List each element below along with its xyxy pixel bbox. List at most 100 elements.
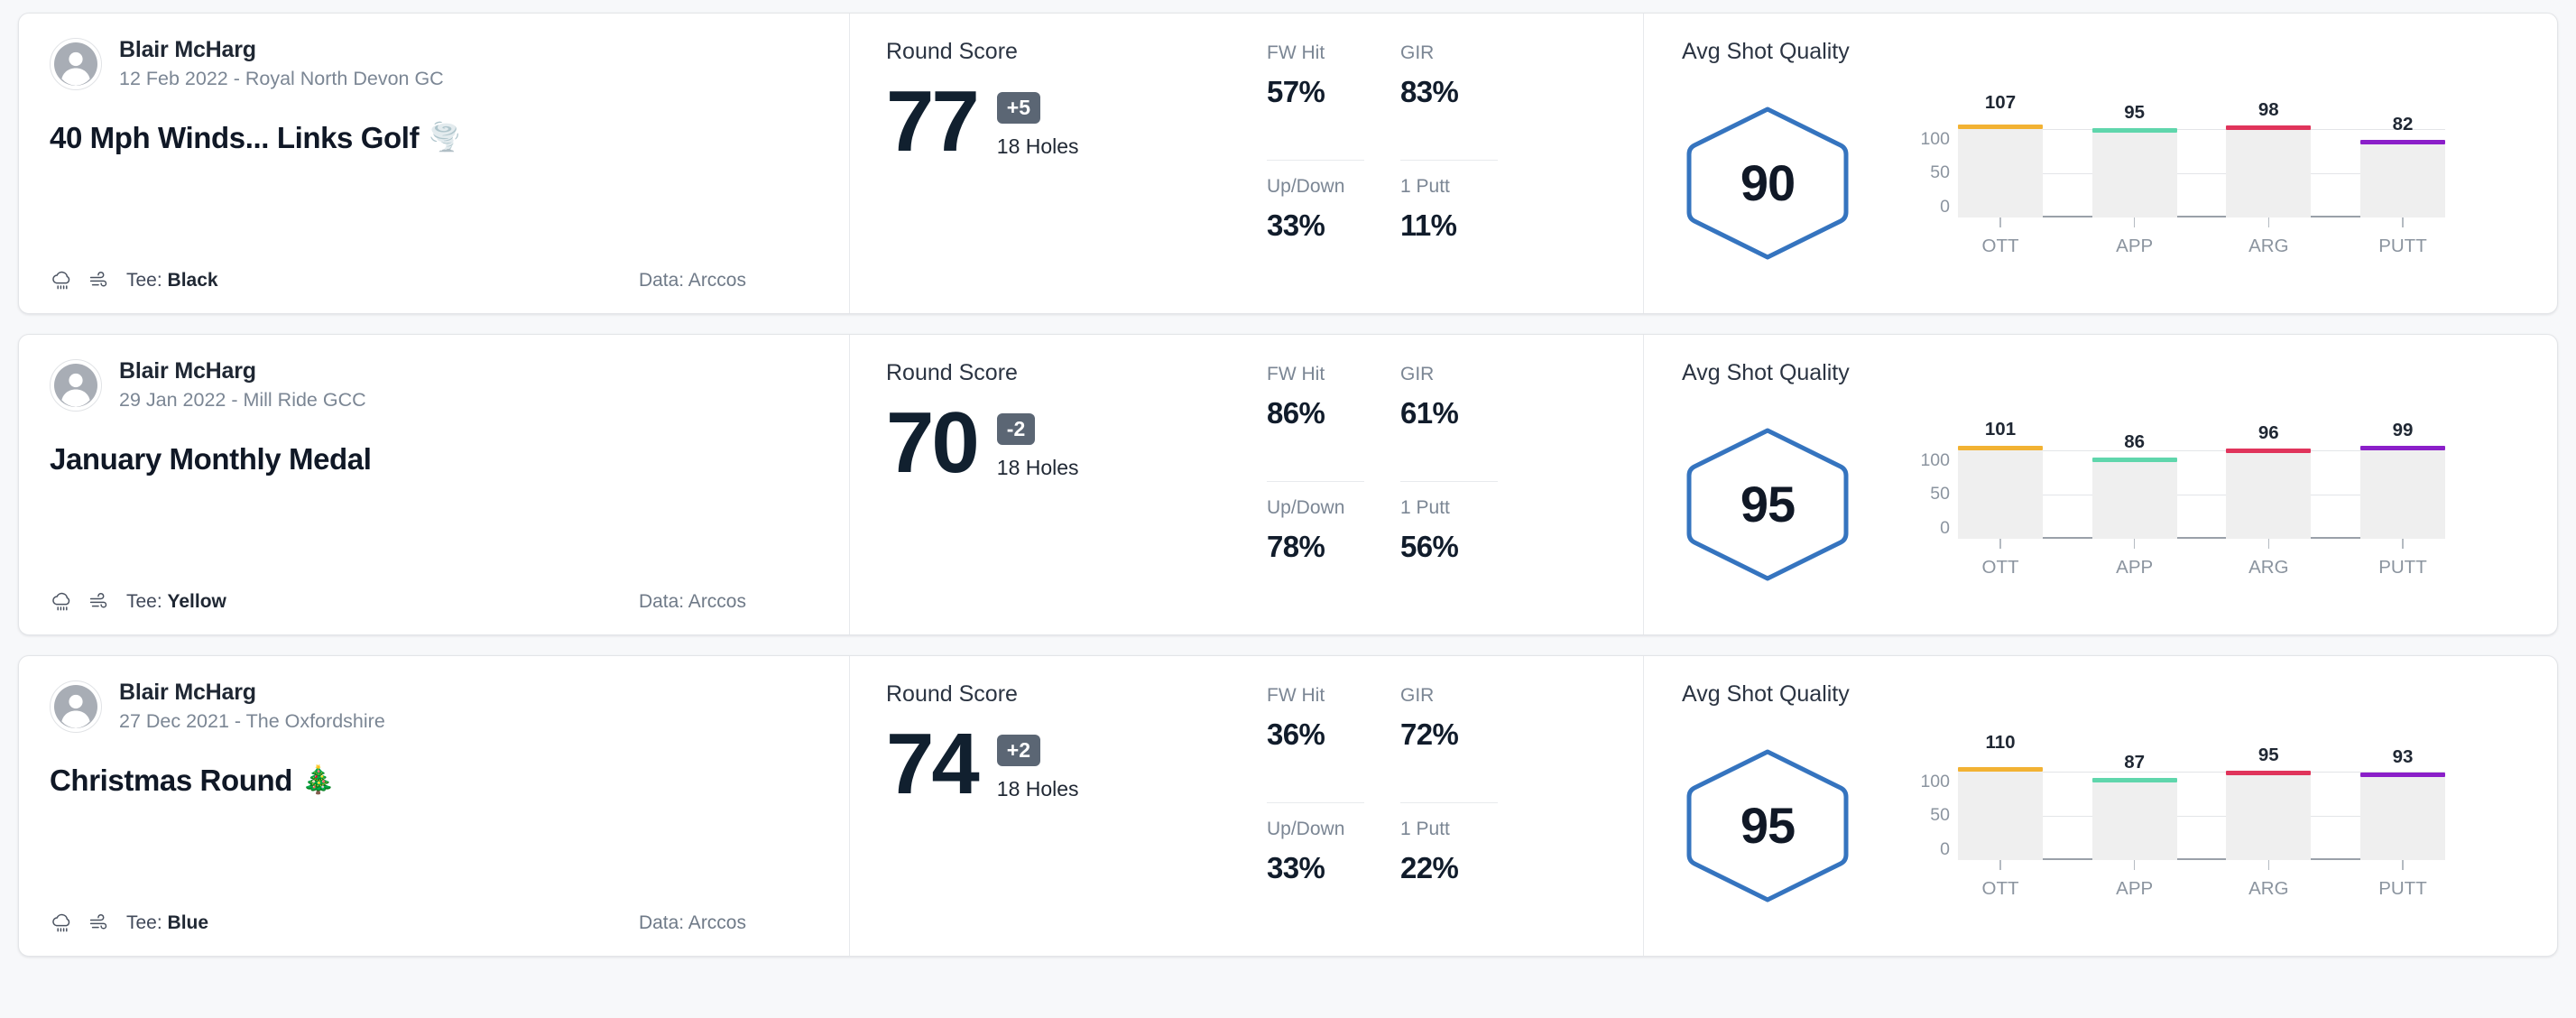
score-pane: Round Score 77 +5 18 Holes FW Hit 57% GI… — [849, 14, 1643, 313]
data-source-label: Data: Arccos — [638, 270, 746, 291]
score-value-row: 77 +5 18 Holes — [886, 73, 1247, 170]
x-tick-wrap-app: APP — [2092, 217, 2177, 257]
x-tick-wrap-arg: ARG — [2226, 538, 2311, 578]
wind-icon — [89, 913, 107, 930]
bar-putt — [2359, 446, 2445, 539]
stat-gir-value: 83% — [1400, 75, 1459, 108]
round-title-text: 40 Mph Winds... Links Golf — [50, 121, 420, 154]
round-title[interactable]: Christmas Round 🎄 — [50, 764, 818, 798]
x-label-putt: PUTT — [2378, 235, 2427, 256]
x-tick-wrap-app: APP — [2092, 538, 2177, 578]
x-tick-wrap-ott: OTT — [1958, 538, 2043, 578]
stat-gir: GIR 61% — [1400, 364, 1498, 481]
chart-plot: 101 86 96 99 — [1958, 419, 2445, 539]
y-tick-0: 0 — [1940, 196, 1950, 217]
avatar[interactable] — [50, 680, 102, 733]
stat-fw-hit-value: 86% — [1267, 396, 1325, 430]
x-label-arg: ARG — [2248, 235, 2289, 256]
avg-shot-quality-hexagon: 95 — [1682, 746, 1853, 905]
avg-shot-quality-hexagon: 95 — [1682, 425, 1853, 584]
shot-quality-pane: Avg Shot Quality 95 100 50 0 110 87 95 9… — [1643, 656, 2557, 956]
rain-cloud-icon — [52, 913, 70, 932]
score-pane: Round Score 74 +2 18 Holes FW Hit 36% GI… — [849, 656, 1643, 956]
tee-prefix: Tee: — [126, 591, 168, 612]
stat-one-putt: 1 Putt 56% — [1400, 481, 1498, 615]
avatar[interactable] — [50, 37, 102, 90]
avg-shot-quality-label: Avg Shot Quality — [1682, 681, 1850, 707]
bar-value-putt: 99 — [2392, 420, 2414, 441]
bar-app — [2091, 778, 2177, 860]
bar-column-ott[interactable]: 101 — [1958, 419, 2043, 539]
round-date-course: 29 Jan 2022 - Mill Ride GCC — [119, 389, 366, 411]
stat-gir-label: GIR — [1400, 364, 1435, 384]
tee-label: Tee: Black — [126, 270, 218, 292]
bar-column-arg[interactable]: 96 — [2226, 422, 2312, 539]
bar-column-putt[interactable]: 99 — [2359, 420, 2445, 539]
tick-mark — [2267, 217, 2270, 227]
round-date-course: 27 Dec 2021 - The Oxfordshire — [119, 710, 385, 732]
stat-fw-hit-label: FW Hit — [1267, 685, 1325, 706]
bar-arg — [2226, 771, 2312, 860]
bar-column-app[interactable]: 95 — [2091, 102, 2177, 217]
shot-quality-body: 95 100 50 0 110 87 95 93 OTT APP ARG PUTT — [1682, 715, 2525, 936]
round-card[interactable]: Blair McHarg 27 Dec 2021 - The Oxfordshi… — [18, 655, 2558, 957]
bar-value-app: 86 — [2124, 431, 2146, 453]
x-label-ott: OTT — [1981, 556, 2019, 578]
round-title[interactable]: 40 Mph Winds... Links Golf 🌪️ — [50, 121, 818, 155]
user-avatar-icon — [54, 363, 97, 407]
stat-fw-hit-label: FW Hit — [1267, 364, 1325, 384]
condition-icons — [50, 589, 112, 615]
tee-prefix: Tee: — [126, 270, 168, 291]
bar-column-app[interactable]: 86 — [2091, 431, 2177, 539]
bar-value-ott: 101 — [1984, 418, 2017, 440]
tick-mark — [1999, 538, 2001, 549]
round-card[interactable]: Blair McHarg 12 Feb 2022 - Royal North D… — [18, 13, 2558, 314]
bar-ott — [1958, 445, 2043, 539]
score-block: Round Score 74 +2 18 Holes — [886, 681, 1247, 936]
round-score-value: 77 — [886, 73, 980, 170]
rain-cloud-icon — [52, 271, 70, 290]
round-info-pane: Blair McHarg 12 Feb 2022 - Royal North D… — [19, 14, 849, 313]
avg-shot-quality-value: 95 — [1740, 797, 1796, 854]
tee-prefix: Tee: — [126, 912, 168, 933]
x-label-app: APP — [2116, 877, 2154, 899]
round-score-label: Round Score — [886, 360, 1018, 385]
shot-quality-pane: Avg Shot Quality 90 100 50 0 107 95 98 8… — [1643, 14, 2557, 313]
bar-value-arg: 95 — [2257, 745, 2279, 766]
x-label-app: APP — [2116, 556, 2154, 578]
round-score-value: 74 — [886, 716, 980, 812]
round-title[interactable]: January Monthly Medal — [50, 442, 818, 477]
stat-one-putt-label: 1 Putt — [1400, 497, 1450, 518]
y-tick-50: 50 — [1930, 805, 1950, 825]
player-row: Blair McHarg 27 Dec 2021 - The Oxfordshi… — [50, 680, 818, 733]
y-tick-50: 50 — [1930, 162, 1950, 182]
round-card[interactable]: Blair McHarg 29 Jan 2022 - Mill Ride GCC… — [18, 334, 2558, 635]
stat-fw-hit-value: 36% — [1267, 717, 1325, 751]
tick-mark — [2133, 217, 2136, 227]
tee-label: Tee: Blue — [126, 912, 208, 934]
stat-fw-hit: FW Hit 57% — [1267, 42, 1364, 160]
stat-up-down: Up/Down 33% — [1267, 802, 1364, 936]
bar-column-ott[interactable]: 110 — [1958, 732, 2043, 860]
bar-column-app[interactable]: 87 — [2091, 752, 2177, 860]
stat-up-down-label: Up/Down — [1267, 497, 1345, 518]
x-tick-wrap-putt: PUTT — [2360, 859, 2445, 900]
bar-column-putt[interactable]: 93 — [2359, 746, 2445, 860]
bar-column-ott[interactable]: 107 — [1958, 92, 2043, 217]
chart-plot: 110 87 95 93 — [1958, 732, 2445, 860]
player-meta: Blair McHarg 29 Jan 2022 - Mill Ride GCC — [119, 358, 366, 412]
tick-mark — [2267, 859, 2270, 870]
bar-ott — [1958, 766, 2043, 860]
avatar[interactable] — [50, 358, 102, 412]
bar-column-putt[interactable]: 82 — [2359, 114, 2445, 217]
x-label-putt: PUTT — [2378, 877, 2427, 899]
bar-value-app: 95 — [2124, 102, 2146, 124]
stat-one-putt: 1 Putt 22% — [1400, 802, 1498, 936]
shot-quality-body: 90 100 50 0 107 95 98 82 OTT APP ARG PUTT — [1682, 72, 2525, 293]
bar-value-ott: 110 — [1985, 731, 2016, 753]
score-differential-badge: +2 — [996, 735, 1041, 767]
stats-grid: FW Hit 57% GIR 83% Up/Down 33% 1 Putt 11… — [1267, 39, 1498, 293]
bar-column-arg[interactable]: 98 — [2226, 99, 2312, 217]
bar-column-arg[interactable]: 95 — [2226, 745, 2312, 860]
condition-icons — [50, 911, 112, 936]
